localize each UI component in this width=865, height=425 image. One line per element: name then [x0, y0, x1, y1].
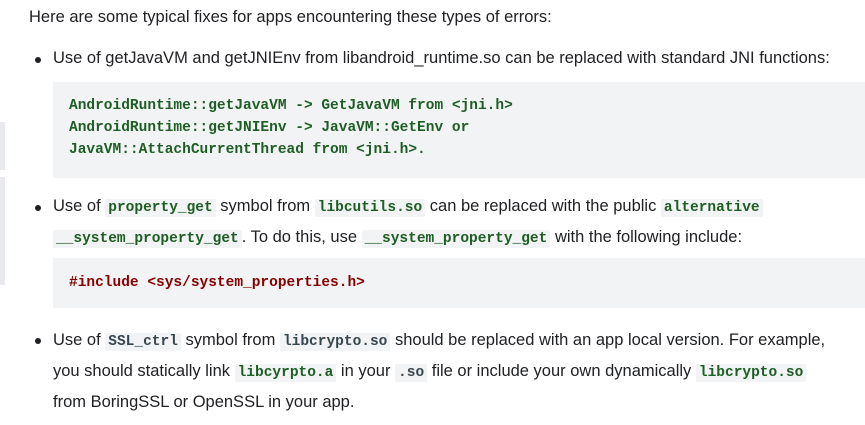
text-span: with the following include:	[554, 228, 743, 246]
text-span: Use of	[53, 197, 101, 215]
code-block-jni: AndroidRuntime::getJavaVM -> GetJavaVM f…	[53, 82, 865, 178]
bullet-3-text: Use of SSL_ctrl symbol from libcrypto.so…	[53, 326, 851, 417]
text-span: in your	[340, 362, 391, 380]
inline-code: libcyrpto.a	[234, 364, 337, 382]
left-edge-bar-1	[0, 122, 5, 170]
text-span: should be replaced with an app local ver…	[394, 331, 826, 349]
code-line: AndroidRuntime::getJNIEnv -> JavaVM::Get…	[69, 120, 470, 136]
left-edge-bar-2	[0, 177, 5, 285]
inline-code: libcrypto.so	[279, 333, 391, 351]
inline-code: libcrypto.so	[695, 364, 807, 382]
bullet-1-text: Use of getJavaVM and getJNIEnv from liba…	[53, 44, 851, 73]
inline-code: .so	[395, 364, 428, 382]
bullet-marker	[35, 205, 41, 211]
code-line: JavaVM::AttachCurrentThread from <jni.h>…	[69, 142, 426, 158]
text-span: file or include your own dynamically	[431, 362, 692, 380]
text-span: . To do this, use	[241, 228, 358, 246]
code-line: #include <sys/system_properties.h>	[69, 275, 365, 291]
text-span: symbol from	[220, 197, 311, 215]
text-span: symbol from	[185, 331, 276, 349]
text-span: can be replaced with the public	[429, 197, 657, 215]
code-block-include: #include <sys/system_properties.h>	[53, 258, 865, 308]
inline-code: libcutils.so	[314, 199, 426, 217]
inline-code: __system_property_get	[361, 230, 551, 248]
inline-code: SSL_ctrl	[105, 333, 181, 351]
bullet-2-text: Use of property_get symbol from libcutil…	[53, 192, 851, 254]
text-span: from BoringSSL or OpenSSL in your app.	[53, 393, 355, 411]
inline-code: __system_property_get	[53, 230, 242, 248]
bullet-1-line: Use of getJavaVM and getJNIEnv from liba…	[53, 49, 830, 67]
bullet-marker	[35, 57, 41, 63]
inline-code: property_get	[105, 199, 216, 217]
text-span: you should statically link	[53, 362, 231, 380]
bullet-marker	[35, 338, 41, 344]
code-line: AndroidRuntime::getJavaVM -> GetJavaVM f…	[69, 98, 513, 114]
inline-code: alternative	[660, 199, 763, 217]
text-span: Use of	[53, 331, 101, 349]
intro-text: Here are some typical fixes for apps enc…	[29, 8, 552, 26]
